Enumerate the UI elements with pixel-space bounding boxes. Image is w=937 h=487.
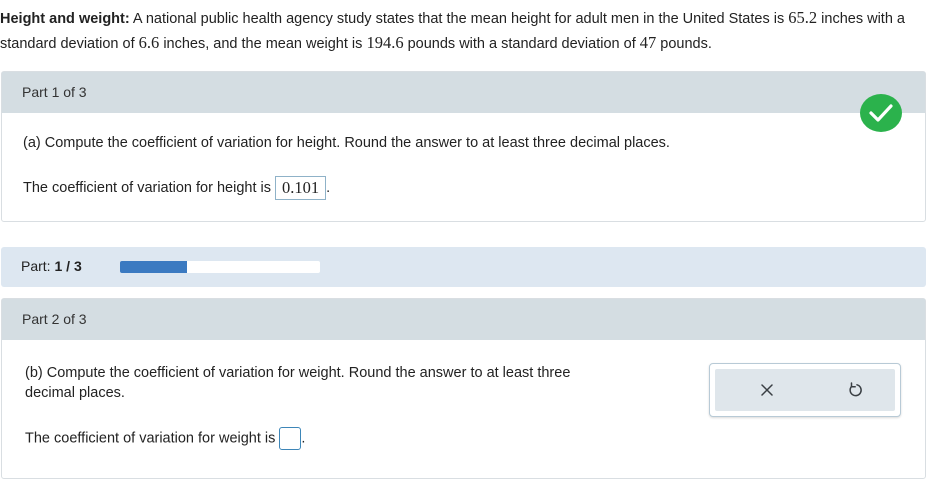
progress-separator: / bbox=[66, 258, 71, 274]
part-1-card: Part 1 of 3 (a) Compute the coefficient … bbox=[1, 71, 926, 222]
answer-tools bbox=[709, 363, 901, 417]
mean-height-value: 65.2 bbox=[788, 8, 818, 27]
part-progress-label: Part: 1 / 3 bbox=[21, 258, 82, 274]
part-2-answer-line: The coefficient of variation for weight … bbox=[25, 427, 305, 450]
part-1-question: (a) Compute the coefficient of variation… bbox=[23, 135, 670, 151]
progress-total: 3 bbox=[73, 258, 82, 274]
part-2-answer-field[interactable] bbox=[279, 427, 302, 450]
sd-height-value: 6.6 bbox=[138, 33, 160, 52]
problem-statement: Height and weight: A national public hea… bbox=[0, 6, 930, 56]
mean-weight-value: 194.6 bbox=[366, 33, 404, 52]
progress-label-text: Part: bbox=[21, 258, 51, 274]
part-2-answer-prefix: The coefficient of variation for weight … bbox=[25, 430, 276, 447]
undo-icon[interactable] bbox=[845, 380, 865, 400]
problem-title: Height and weight: bbox=[0, 11, 130, 27]
part-2-answer-suffix: . bbox=[301, 430, 306, 447]
part-2-question-line-1: (b) Compute the coefficient of variation… bbox=[25, 365, 571, 381]
part-2-header: Part 2 of 3 bbox=[2, 299, 925, 340]
close-icon[interactable] bbox=[757, 380, 777, 400]
part-1-answer-line: The coefficient of variation for height … bbox=[23, 176, 330, 200]
answer-tools-panel bbox=[715, 369, 895, 411]
part-1-header: Part 1 of 3 bbox=[2, 72, 925, 113]
problem-text-5: pounds. bbox=[660, 36, 712, 52]
progress-bar-fill bbox=[120, 261, 187, 273]
part-2-question-line-2: decimal places. bbox=[25, 385, 125, 401]
part-1-answer-prefix: The coefficient of variation for height … bbox=[23, 179, 271, 196]
progress-current: 1 bbox=[54, 258, 63, 274]
part-1-answer-suffix: . bbox=[326, 179, 331, 196]
problem-text-1: A national public health agency study st… bbox=[132, 11, 785, 27]
problem-text-3: inches, and the mean weight is bbox=[163, 36, 363, 52]
part-1-answer-field[interactable]: 0.101 bbox=[275, 176, 327, 200]
problem-text-4: pounds with a standard deviation of bbox=[407, 36, 636, 52]
sd-weight-value: 47 bbox=[639, 33, 657, 52]
progress-bar bbox=[120, 261, 320, 273]
checkmark-icon bbox=[860, 94, 902, 132]
part-2-question: (b) Compute the coefficient of variation… bbox=[25, 363, 570, 403]
part-progress: Part: 1 / 3 bbox=[1, 247, 926, 287]
